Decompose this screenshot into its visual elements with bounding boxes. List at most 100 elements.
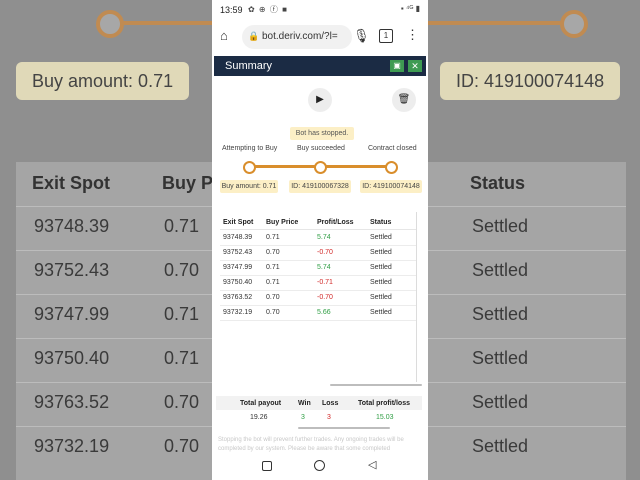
bg-status-cell: Settled — [472, 216, 529, 236]
table-row: 93732.19 0.70 5.66 Settled — [220, 305, 416, 321]
status-cell: Settled — [370, 309, 392, 316]
bg-status-cell: Settled — [472, 304, 529, 324]
microphone-icon[interactable]: 🎙 — [353, 28, 370, 44]
contract-id-chip: ID: 419100067328 — [289, 180, 351, 193]
horizontal-scrollbar[interactable] — [330, 384, 422, 386]
column-header: Buy Price — [266, 219, 299, 226]
totals-row: 19.26 3 3 15.03 — [216, 410, 422, 424]
bg-buy-cell: 0.70 — [164, 260, 200, 280]
profit-loss-cell: -0.71 — [317, 279, 333, 286]
table-row: 93747.99 0.71 5.74 Settled — [220, 260, 416, 276]
notification-icons: ✿ ⊕ ⓕ ■ — [248, 5, 288, 14]
bg-status-cell: Settled — [472, 348, 529, 368]
browser-toolbar: ⌂ 🔒 bot.deriv.com/?l= 🎙 1 ⋮ — [212, 20, 428, 54]
step-label-attempting: Attempting to Buy — [222, 145, 278, 152]
status-cell: Settled — [370, 264, 392, 271]
url-text: bot.deriv.com/?l= — [262, 31, 338, 42]
column-header: Profit/Loss — [317, 219, 354, 226]
profit-loss-cell: 5.74 — [317, 234, 331, 241]
progress-step-dot — [243, 161, 256, 174]
status-cell: Settled — [370, 249, 392, 256]
totals-scrollbar[interactable] — [298, 427, 390, 429]
status-cell: Settled — [370, 279, 392, 286]
bg-buy-amount: Buy amount: 0.71 — [16, 62, 190, 100]
step-label-closed: Contract closed — [368, 145, 417, 152]
profit-loss-cell: 5.74 — [317, 264, 331, 271]
bg-exit-cell: 93748.39 — [34, 216, 110, 236]
recent-apps-icon[interactable] — [262, 461, 272, 471]
exit-spot-cell: 93750.40 — [223, 279, 253, 286]
bg-header-exit: Exit Spot — [32, 173, 111, 193]
total-profit-value: 15.03 — [376, 414, 394, 421]
play-button[interactable]: ▶ — [308, 88, 332, 112]
contract-id-chip: ID: 419100074148 — [360, 180, 422, 193]
summary-title: Summary — [225, 60, 273, 72]
total-profit-header: Total profit/loss — [358, 400, 410, 407]
lock-icon: 🔒 — [248, 31, 260, 41]
profit-loss-cell: -0.70 — [317, 249, 333, 256]
android-nav-bar: ◁ — [212, 452, 428, 480]
more-menu-icon[interactable]: ⋮ — [406, 27, 419, 43]
total-payout-header: Total payout — [240, 400, 282, 407]
home-circle-icon[interactable] — [314, 460, 325, 471]
bg-status-cell: Settled — [472, 260, 529, 280]
bg-exit-cell: 93750.40 — [34, 348, 110, 368]
bg-status-cell: Settled — [472, 436, 529, 456]
progress-step-dot — [385, 161, 398, 174]
close-icon[interactable]: ✕ — [408, 60, 422, 72]
table-row: 93763.52 0.70 -0.70 Settled — [220, 290, 416, 306]
summary-header: Summary ▣ ✕ — [214, 56, 426, 76]
exit-spot-cell: 93752.43 — [223, 249, 253, 256]
bg-status-cell: Settled — [472, 392, 529, 412]
trash-icon[interactable]: 🗑 — [392, 88, 416, 112]
column-header: Exit Spot — [223, 219, 254, 226]
totals-header: Total payout Win Loss Total profit/loss — [216, 396, 422, 410]
bg-buy-cell: 0.71 — [164, 304, 200, 324]
total-payout-value: 19.26 — [250, 414, 268, 421]
buy-price-cell: 0.70 — [266, 294, 280, 301]
status-bar: 13:59 ✿ ⊕ ⓕ ■ ▪ ⁴ᴳ ▮ — [212, 0, 428, 20]
profit-loss-cell: -0.70 — [317, 294, 333, 301]
loss-value: 3 — [327, 414, 331, 421]
status-cell: Settled — [370, 234, 392, 241]
bg-exit-cell: 93752.43 — [34, 260, 110, 280]
step-label-succeeded: Buy succeeded — [297, 145, 345, 152]
loss-header: Loss — [322, 400, 339, 407]
save-icon[interactable]: ▣ — [390, 60, 404, 72]
exit-spot-cell: 93747.99 — [223, 264, 253, 271]
exit-spot-cell: 93763.52 — [223, 294, 253, 301]
table-row: 93748.39 0.71 5.74 Settled — [220, 230, 416, 246]
buy-price-cell: 0.71 — [266, 279, 280, 286]
status-cell: Settled — [370, 294, 392, 301]
bg-header-buy: Buy P — [162, 173, 214, 193]
bg-id: ID: 419100074148 — [440, 62, 621, 100]
bg-buy-cell: 0.71 — [164, 216, 200, 236]
bg-step-dot — [96, 10, 124, 38]
bg-buy-cell: 0.70 — [164, 436, 200, 456]
back-icon[interactable]: ◁ — [368, 458, 376, 471]
bg-exit-cell: 93747.99 — [34, 304, 110, 324]
clock: 13:59 — [220, 5, 243, 15]
home-icon[interactable]: ⌂ — [220, 29, 234, 43]
bg-exit-cell: 93732.19 — [34, 436, 110, 456]
bg-buy-cell: 0.70 — [164, 392, 200, 412]
profit-loss-cell: 5.66 — [317, 309, 331, 316]
bg-buy-cell: 0.71 — [164, 348, 200, 368]
vertical-scrollbar[interactable] — [416, 212, 417, 382]
url-bar[interactable]: 🔒 bot.deriv.com/?l= — [242, 25, 352, 49]
phone-screen: 13:59 ✿ ⊕ ⓕ ■ ▪ ⁴ᴳ ▮ ⌂ 🔒 bot.deriv.com/?… — [212, 0, 428, 480]
buy-price-cell: 0.70 — [266, 249, 280, 256]
win-header: Win — [298, 400, 311, 407]
table-row: 93752.43 0.70 -0.70 Settled — [220, 245, 416, 261]
progress-step-dot — [314, 161, 327, 174]
buy-amount-chip: Buy amount: 0.71 — [220, 180, 278, 193]
buy-price-cell: 0.70 — [266, 309, 280, 316]
bg-step-dot — [560, 10, 588, 38]
buy-price-cell: 0.71 — [266, 264, 280, 271]
tab-count-button[interactable]: 1 — [379, 29, 393, 43]
exit-spot-cell: 93748.39 — [223, 234, 253, 241]
bg-header-status: Status — [470, 173, 526, 193]
bg-exit-cell: 93763.52 — [34, 392, 110, 412]
win-value: 3 — [301, 414, 305, 421]
table-row: 93750.40 0.71 -0.71 Settled — [220, 275, 416, 291]
